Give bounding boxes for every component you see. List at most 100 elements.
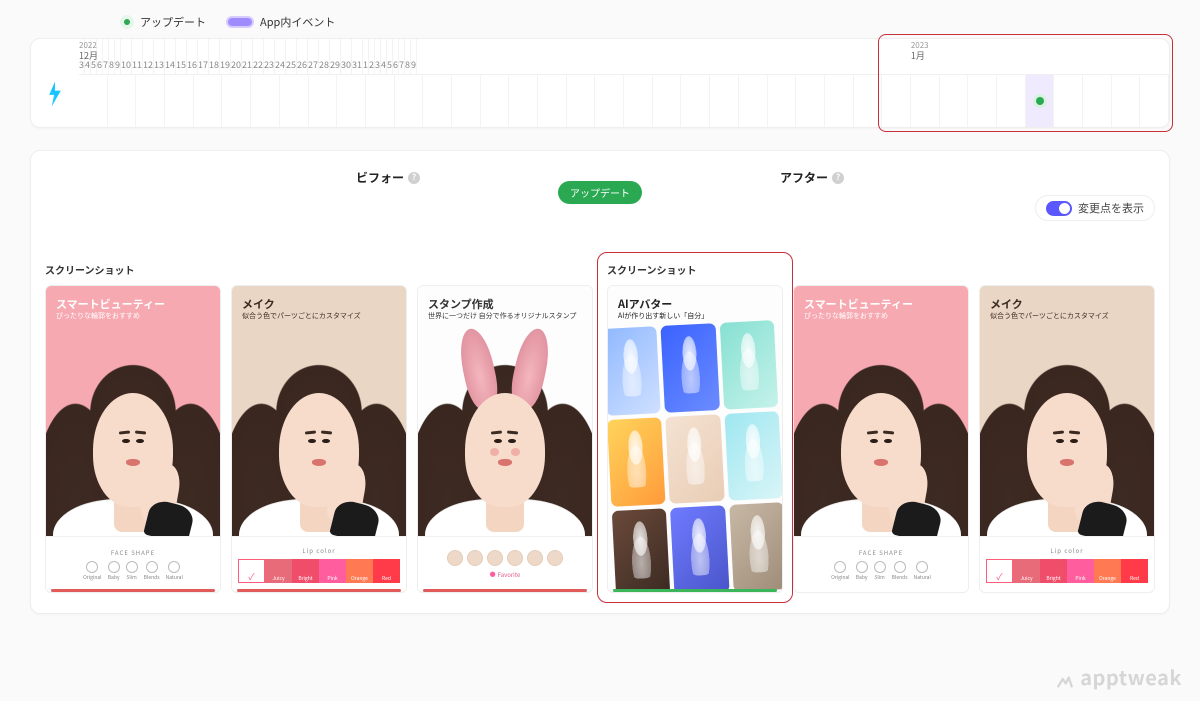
shape-option[interactable]: Baby (108, 561, 120, 581)
change-indicator (613, 589, 777, 592)
change-indicator (237, 589, 401, 592)
shape-option[interactable]: Slim (874, 561, 886, 581)
timeline-cell[interactable] (997, 75, 1026, 127)
timeline-cell[interactable] (1083, 75, 1112, 127)
timeline-row[interactable] (79, 75, 1169, 127)
toggle-switch-icon[interactable] (1046, 201, 1072, 216)
timeline-cell[interactable] (251, 75, 280, 127)
timeline-cell[interactable] (108, 75, 137, 127)
timeline-day: 10 (121, 39, 132, 74)
timeline-cell[interactable] (854, 75, 883, 127)
screenshot-card[interactable]: メイク似合う色でパーツごとにカスタマイズLip color✓JuicyBrigh… (231, 285, 407, 593)
after-label: アフター? (780, 169, 844, 186)
timeline-cell[interactable] (509, 75, 538, 127)
timeline-cell[interactable] (1026, 75, 1055, 127)
timeline-cell[interactable] (423, 75, 452, 127)
screenshot-title: メイク (242, 296, 396, 312)
screenshot-card[interactable]: スマートビューティーぴったりな輪郭をおすすめFACE SHAPEOriginal… (45, 285, 221, 593)
timeline-body[interactable]: 3456789101112131415161718192021222324252… (79, 39, 1169, 127)
timeline-cell[interactable] (1112, 75, 1141, 127)
timeline-cell[interactable] (1140, 75, 1169, 127)
show-changes-toggle[interactable]: 変更点を表示 (1035, 195, 1155, 221)
compare-columns: スクリーンショット スマートビューティーぴったりな輪郭をおすすめFACE SHA… (45, 262, 1155, 593)
help-icon[interactable]: ? (832, 172, 844, 184)
timeline-app-column (31, 39, 79, 127)
timeline-cell[interactable] (538, 75, 567, 127)
timeline-cell[interactable] (194, 75, 223, 127)
timeline-cell[interactable] (79, 75, 108, 127)
after-column: スクリーンショット AIアバターAIが作り出す新しい「自分」スマートビューティー… (607, 262, 1155, 593)
avatar-option[interactable] (487, 550, 503, 566)
timeline-cell[interactable] (136, 75, 165, 127)
color-swatch[interactable]: Orange (346, 559, 373, 583)
shape-option[interactable]: Baby (856, 561, 868, 581)
avatar-option[interactable] (527, 550, 543, 566)
timeline-cell[interactable] (940, 75, 969, 127)
section-title: スクリーンショット (45, 262, 593, 277)
timeline-card[interactable]: 3456789101112131415161718192021222324252… (30, 38, 1170, 128)
update-marker-icon[interactable] (1036, 97, 1044, 105)
screenshot-card[interactable]: スマートビューティーぴったりな輪郭をおすすめFACE SHAPEOriginal… (793, 285, 969, 593)
color-swatch[interactable]: ✓ (238, 559, 265, 583)
shape-option[interactable]: Original (831, 561, 850, 581)
timeline-cell[interactable] (452, 75, 481, 127)
color-swatch[interactable]: Juicy (265, 559, 292, 583)
screenshot-card[interactable]: AIアバターAIが作り出す新しい「自分」 (607, 285, 783, 593)
timeline-day: 19 (220, 39, 231, 74)
color-swatch[interactable]: Pink (319, 559, 346, 583)
update-pill: アップデート (558, 181, 642, 204)
shape-option[interactable]: Blends (892, 561, 908, 581)
timeline-cell[interactable] (366, 75, 395, 127)
screenshot-card[interactable]: メイク似合う色でパーツごとにカスタマイズLip color✓JuicyBrigh… (979, 285, 1155, 593)
color-swatch[interactable]: Red (373, 559, 400, 583)
legend-in-app-event: App内イベント (226, 14, 335, 30)
shape-option[interactable]: Blends (144, 561, 160, 581)
color-swatch[interactable]: Pink (1067, 559, 1094, 583)
timeline-cell[interactable] (796, 75, 825, 127)
timeline-cell[interactable] (710, 75, 739, 127)
timeline-cell[interactable] (739, 75, 768, 127)
timeline-day: 14 (165, 39, 176, 74)
timeline-cell[interactable] (337, 75, 366, 127)
timeline-cell[interactable] (882, 75, 911, 127)
color-swatch[interactable]: Orange (1094, 559, 1121, 583)
timeline-cell[interactable] (968, 75, 997, 127)
timeline-cell[interactable] (681, 75, 710, 127)
screenshot-subtitle: AIが作り出す新しい「自分」 (618, 312, 772, 320)
legend-event-label: App内イベント (260, 14, 335, 30)
color-swatch[interactable]: Juicy (1013, 559, 1040, 583)
avatar-option[interactable] (467, 550, 483, 566)
color-swatch[interactable]: Bright (1040, 559, 1067, 583)
timeline-cell[interactable] (911, 75, 940, 127)
timeline-cell[interactable] (309, 75, 338, 127)
timeline-cell[interactable] (825, 75, 854, 127)
avatar-option[interactable] (547, 550, 563, 566)
timeline-cell[interactable] (165, 75, 194, 127)
timeline-cell[interactable] (567, 75, 596, 127)
screenshot-title: スタンプ作成 (428, 296, 582, 312)
timeline-cell[interactable] (481, 75, 510, 127)
shape-option[interactable]: Slim (126, 561, 138, 581)
color-swatch[interactable]: ✓ (986, 559, 1013, 583)
shape-option[interactable]: Original (83, 561, 102, 581)
timeline-cell[interactable] (395, 75, 424, 127)
timeline-cell[interactable] (768, 75, 797, 127)
timeline-cell[interactable] (595, 75, 624, 127)
timeline-cell[interactable] (280, 75, 309, 127)
help-icon[interactable]: ? (408, 172, 420, 184)
screenshot-title: スマートビューティー (804, 296, 958, 312)
timeline-cell[interactable] (653, 75, 682, 127)
before-column: スクリーンショット スマートビューティーぴったりな輪郭をおすすめFACE SHA… (45, 262, 593, 593)
timeline-cell[interactable] (1054, 75, 1083, 127)
update-dot-icon (120, 15, 134, 29)
color-swatch[interactable]: Bright (292, 559, 319, 583)
avatar-option[interactable] (507, 550, 523, 566)
timeline-cell[interactable] (624, 75, 653, 127)
shape-option[interactable]: Natural (166, 561, 183, 581)
timeline-day: 25 (286, 39, 297, 74)
color-swatch[interactable]: Red (1121, 559, 1148, 583)
shape-option[interactable]: Natural (914, 561, 931, 581)
avatar-option[interactable] (447, 550, 463, 566)
screenshot-card[interactable]: スタンプ作成世界に一つだけ 自分で作るオリジナルスタンプ● Favorite (417, 285, 593, 593)
timeline-cell[interactable] (222, 75, 251, 127)
